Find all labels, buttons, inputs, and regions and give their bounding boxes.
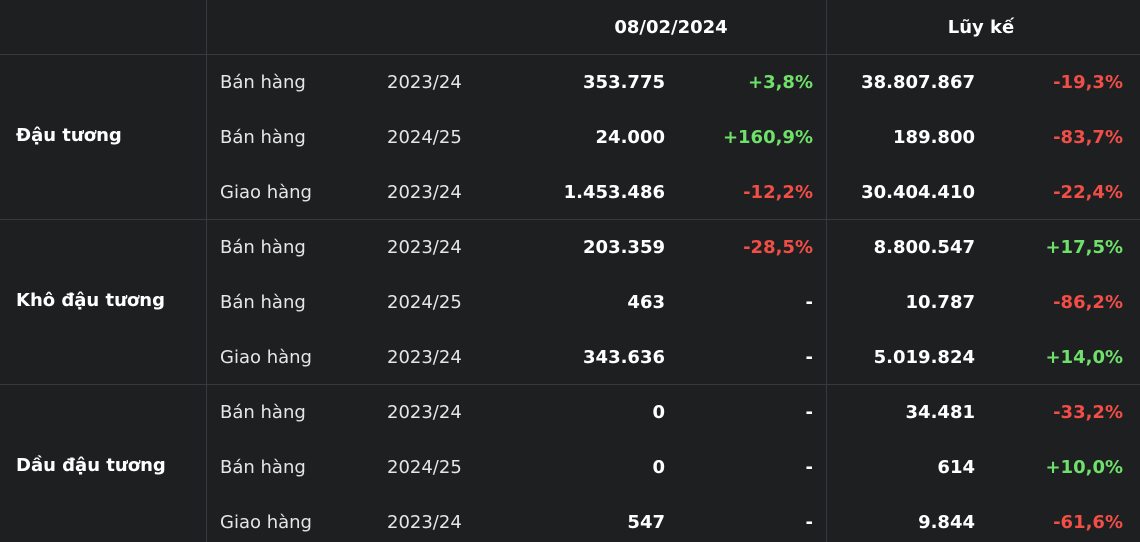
cell-season: 2024/25 [387,457,462,478]
cell-type: Giao hàng [220,182,312,203]
cell-type: Bán hàng [220,457,306,478]
table-row: Giao hàng 2023/24 343.636 - 5.019.824 +14,0% [0,330,1140,385]
cell-cumulative-change: -86,2% [1053,292,1123,313]
cell-value: 463 [627,292,665,313]
cell-cumulative: 8.800.547 [873,237,975,258]
cell-cumulative: 189.800 [893,127,975,148]
cell-change: - [805,457,813,478]
cell-season: 2023/24 [387,402,462,423]
cell-value: 1.453.486 [563,182,665,203]
table-group: Dầu đậu tương Bán hàng 2023/24 0-34.481 -33,… [0,385,1140,542]
cell-value: 203.359 [583,237,665,258]
cell-cumulative: 614 [937,457,975,478]
cell-change: - [805,347,813,368]
cell-value: 24.000 [595,127,665,148]
cell-season: 2023/24 [387,72,462,93]
cell-type: Giao hàng [220,347,312,368]
cell-season: 2024/25 [387,127,462,148]
cell-cumulative-change: -61,6% [1053,512,1123,533]
cell-value: 0 [652,402,665,423]
table-group: Khô đậu tương Bán hàng 2023/24 203.359 -28,5… [0,220,1140,385]
cell-cumulative: 10.787 [905,292,975,313]
cell-change: - [805,292,813,313]
table-group: Đậu tương Bán hàng 2023/24 353.775 +3,8% 38.8… [0,55,1140,220]
cell-value: 343.636 [583,347,665,368]
cell-cumulative: 34.481 [905,402,975,423]
cell-change: - [805,402,813,423]
cell-season: 2023/24 [387,237,462,258]
cell-cumulative-change: -33,2% [1053,402,1123,423]
table-row: Bán hàng 2023/24 0 - 34.481 -33,2% [0,385,1140,440]
header-date: 08/02/2024 [614,17,728,38]
table-row: Bán hàng 2023/24 353.775 +3,8% 38.807.867 -19… [0,55,1140,110]
table-row: Giao hàng 2023/24 1.453.486 -12,2% 30.404.41… [0,165,1140,220]
cell-cumulative-change: +14,0% [1045,347,1123,368]
cell-change: -12,2% [743,182,813,203]
cell-change: - [805,512,813,533]
table-header: 08/02/2024 Lũy kế [0,0,1140,55]
cell-change: -28,5% [743,237,813,258]
cell-type: Bán hàng [220,127,306,148]
cell-season: 2023/24 [387,347,462,368]
cell-cumulative-change: -19,3% [1053,72,1123,93]
cell-season: 2024/25 [387,292,462,313]
cell-value: 547 [627,512,665,533]
cell-cumulative-change: -83,7% [1053,127,1123,148]
table-row: Bán hàng 2024/25 0 - 614 +10,0% [0,440,1140,495]
cell-cumulative-change: +10,0% [1045,457,1123,478]
cell-change: +3,8% [747,72,813,93]
cell-type: Bán hàng [220,237,306,258]
cell-cumulative: 30.404.410 [861,182,975,203]
cell-cumulative-change: -22,4% [1053,182,1123,203]
cell-value: 0 [652,457,665,478]
export-sales-table: 08/02/2024 Lũy kế Đậu tương Bán hàng 2023/… [0,0,1140,542]
table-row: Giao hàng 2023/24 547 - 9.844 -61,6% [0,495,1140,542]
cell-change: +160,9% [722,127,813,148]
cell-value: 353.775 [583,72,665,93]
cell-type: Giao hàng [220,512,312,533]
cell-cumulative-change: +17,5% [1045,237,1123,258]
cell-cumulative: 38.807.867 [861,72,975,93]
cell-season: 2023/24 [387,512,462,533]
cell-cumulative: 5.019.824 [873,347,975,368]
cell-type: Bán hàng [220,292,306,313]
cell-type: Bán hàng [220,72,306,93]
table-row: Bán hàng 2023/24 203.359 -28,5% 8.800.547 +17… [0,220,1140,275]
cell-type: Bán hàng [220,402,306,423]
header-cumulative: Lũy kế [947,17,1015,38]
table-row: Bán hàng 2024/25 24.000 +160,9% 189.800 -83,7… [0,110,1140,165]
table-row: Bán hàng 2024/25 463 - 10.787 -86,2% [0,275,1140,330]
cell-cumulative: 9.844 [918,512,975,533]
cell-season: 2023/24 [387,182,462,203]
